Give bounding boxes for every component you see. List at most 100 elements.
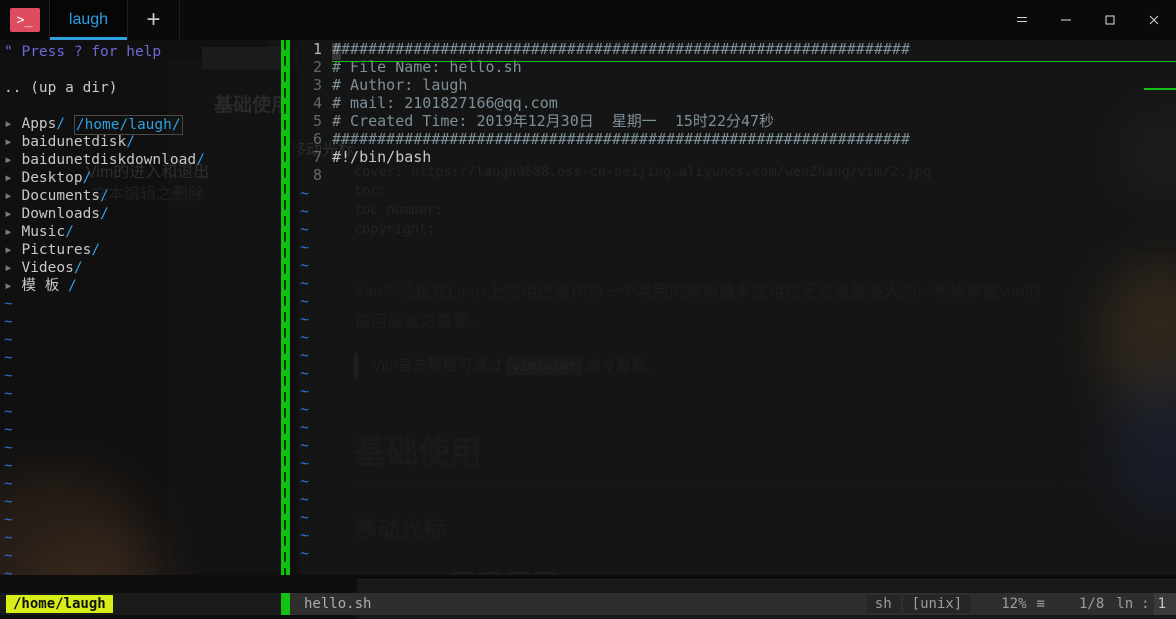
nerdtree-tilde-line: ~	[4, 476, 13, 492]
nerdtree-entry-baidunetdisk[interactable]: ▸ baidunetdisk/	[4, 133, 281, 151]
vim-status-bar: hello.sh sh [unix] 12% ≡ 1/8 ln : 1	[290, 593, 1176, 615]
nerdtree-entry-slash: /	[73, 260, 83, 276]
chevron-right-icon: ▸	[4, 242, 22, 258]
nerdtree-tilde-line: ~	[4, 548, 13, 564]
nerdtree-entry-baidunetdiskdownload[interactable]: ▸ baidunetdiskdownload/	[4, 151, 281, 169]
nerdtree-entry-slash: /	[82, 170, 92, 186]
nerdtree-entry-模 板[interactable]: ▸ 模 板 /	[4, 277, 281, 295]
vim-tilde-line: ~	[300, 256, 310, 274]
vim-tilde-line: ~	[300, 184, 310, 202]
nerdtree-entry-documents[interactable]: ▸ Documents/	[4, 187, 281, 205]
vim-tilde-line: ~	[300, 472, 310, 490]
vim-tilde-line: ~	[300, 274, 310, 292]
nerdtree-entry-label: Desktop	[21, 170, 83, 186]
nerdtree-entry-list: ▸ Apps/▸ baidunetdisk/▸ baidunetdiskdown…	[4, 115, 281, 295]
status-fileformat: [unix]	[902, 595, 972, 613]
maximize-icon	[1105, 15, 1115, 25]
vim-tilde-line: ~	[300, 382, 310, 400]
vim-tilde-line: ~	[300, 418, 310, 436]
chevron-right-icon: ▸	[4, 188, 22, 204]
tab-laugh[interactable]: laugh	[50, 0, 128, 40]
vim-tilde-line: ~	[300, 364, 310, 382]
vim-tilde-line: ~	[300, 490, 310, 508]
nerdtree-entry-slash: /	[56, 116, 66, 132]
vim-line-7: 7 #!/bin/bash	[300, 148, 1176, 166]
nerdtree-entry-slash: /	[126, 134, 135, 150]
nerdtree-entry-slash: /	[100, 206, 109, 222]
titlebar-spacer	[180, 0, 1000, 40]
nerdtree-status-path: /home/laugh	[6, 595, 113, 613]
chevron-right-icon: ▸	[4, 116, 22, 132]
nerdtree-entry-pictures[interactable]: ▸ Pictures/	[4, 241, 281, 259]
close-button[interactable]	[1132, 0, 1176, 40]
nerdtree-root[interactable]: /home/laugh/	[4, 97, 281, 135]
vim-tilde-line: ~	[300, 328, 310, 346]
nerdtree-tilde-line: ~	[4, 314, 13, 330]
terminal-icon: >_	[9, 8, 40, 32]
nerdtree-tilde-line: ~	[4, 368, 13, 384]
nerdtree-tilde-line: ~	[4, 494, 13, 510]
minimize-button[interactable]	[1044, 0, 1088, 40]
nerdtree-tilde-line: ~	[4, 458, 13, 474]
vim-tilde-line: ~	[300, 310, 310, 328]
nerdtree-empty-lines: ~ ~ ~ ~ ~ ~ ~ ~ ~ ~ ~ ~ ~ ~ ~ ~	[4, 295, 281, 583]
minimize-icon	[1061, 19, 1071, 21]
vim-tilde-line: ~	[300, 454, 310, 472]
status-ln-label: ln	[1116, 596, 1134, 612]
tab-label: laugh	[68, 11, 109, 28]
nerdtree-tilde-line: ~	[4, 350, 13, 366]
nerdtree-entry-downloads[interactable]: ▸ Downloads/	[4, 205, 281, 223]
status-percent: 12%	[1001, 596, 1027, 612]
terminal-window: >_ laugh + cover: https://laugh0608.oss-…	[0, 0, 1176, 619]
nerdtree-entry-label: Music	[21, 224, 66, 240]
nerdtree-up-a-dir[interactable]: .. (up a dir)	[4, 79, 281, 97]
vim-tilde-line: ~	[300, 508, 310, 526]
nerdtree-entry-desktop[interactable]: ▸ Desktop/	[4, 169, 281, 187]
nerdtree-entry-slash: /	[196, 152, 205, 168]
split-shadow	[290, 40, 302, 593]
nerdtree-tilde-line: ~	[4, 530, 13, 546]
nerdtree-tilde-line: ~	[4, 332, 13, 348]
new-tab-button[interactable]: +	[128, 0, 180, 40]
vim-line-3: 3 # Author: laugh	[300, 76, 1176, 94]
maximize-button[interactable]	[1088, 0, 1132, 40]
chevron-right-icon: ▸	[4, 134, 22, 150]
nerdtree-entry-label: Videos	[21, 260, 74, 276]
line-number: 8	[312, 166, 322, 184]
chevron-right-icon: ▸	[4, 260, 22, 276]
window-split-bar[interactable]	[281, 40, 290, 593]
line-number: 6	[312, 130, 322, 148]
vim-tilde-line: ~	[300, 202, 310, 220]
terminal-body: cover: https://laugh0608.oss-cn-beijing.…	[0, 40, 1176, 619]
nerdtree-entry-slash: /	[100, 188, 109, 204]
nerdtree-tilde-line: ~	[4, 386, 13, 402]
cursor-line-underline	[332, 61, 1176, 62]
menu-icon	[1017, 16, 1027, 23]
nerdtree-tilde-line: ~	[4, 422, 13, 438]
vim-tilde-line: ~	[300, 436, 310, 454]
chevron-right-icon: ▸	[4, 278, 22, 294]
nerdtree-entry-label: Apps	[21, 116, 57, 132]
line-number: 3	[312, 76, 322, 94]
line-number: 4	[312, 94, 322, 112]
vim-line-1: 1 #######################################…	[300, 40, 1176, 58]
plus-icon: +	[146, 6, 161, 33]
nerdtree-entry-videos[interactable]: ▸ Videos/	[4, 259, 281, 277]
chevron-right-icon: ▸	[4, 206, 22, 222]
line-text: ########################################…	[332, 40, 910, 58]
nerdtree-entry-slash: /	[65, 224, 74, 240]
vim-tilde-line: ~	[300, 544, 310, 562]
nerdtree-status-bar: /home/laugh	[0, 593, 281, 615]
lines-icon: ≡	[1036, 596, 1045, 612]
vim-buffer[interactable]: 1 #######################################…	[300, 40, 1176, 593]
vim-line-8: 8	[300, 166, 1176, 184]
menu-button[interactable]	[1000, 0, 1044, 40]
vim-line-5: 5 # Created Time: 2019年12月30日 星期一 15时22分4…	[300, 112, 1176, 130]
vim-cursor	[332, 43, 341, 60]
nerdtree-entry-slash: /	[67, 278, 77, 294]
nerdtree-entry-label: baidunetdisk	[21, 134, 127, 150]
nerdtree-root-path: /home/laugh/	[73, 115, 183, 135]
nerdtree-sidebar[interactable]: " Press ? for help .. (up a dir) /home/l…	[0, 40, 281, 619]
split-bar-status-cap	[281, 593, 290, 615]
nerdtree-entry-music[interactable]: ▸ Music/	[4, 223, 281, 241]
